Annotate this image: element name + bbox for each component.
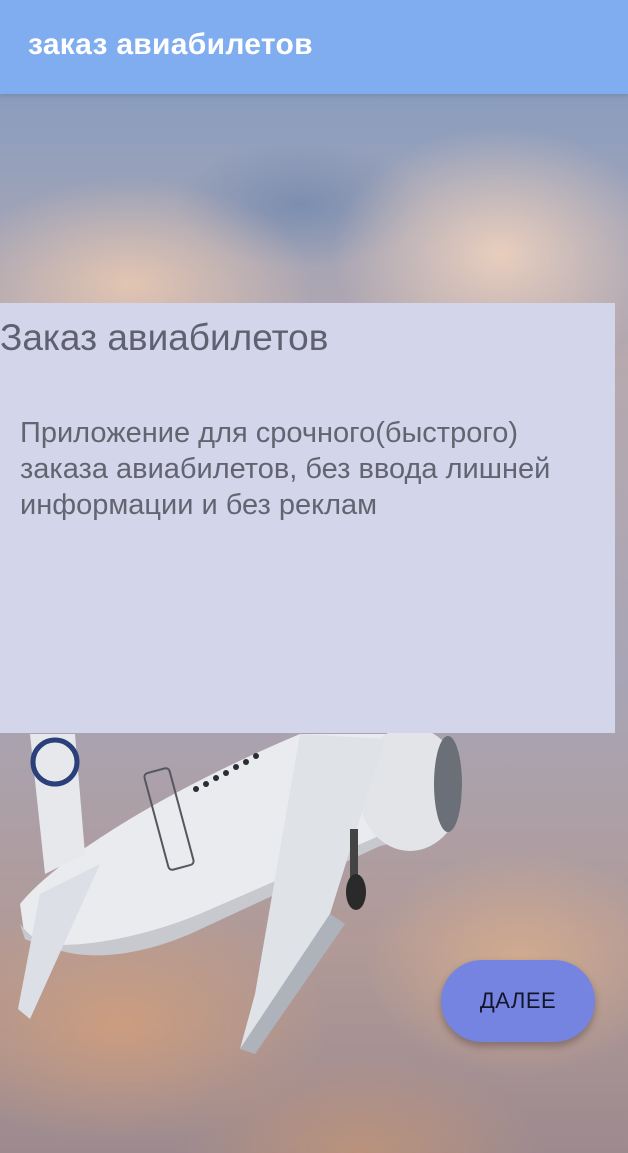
- info-card: Заказ авиабилетов Приложение для срочног…: [0, 303, 615, 733]
- card-description: Приложение для срочного(быстрого) заказа…: [20, 417, 551, 521]
- next-button[interactable]: ДАЛЕЕ: [441, 960, 595, 1042]
- card-title: Заказ авиабилетов: [0, 317, 329, 358]
- app-bar: заказ авиабилетов: [0, 0, 628, 94]
- app-bar-title: заказ авиабилетов: [28, 28, 313, 61]
